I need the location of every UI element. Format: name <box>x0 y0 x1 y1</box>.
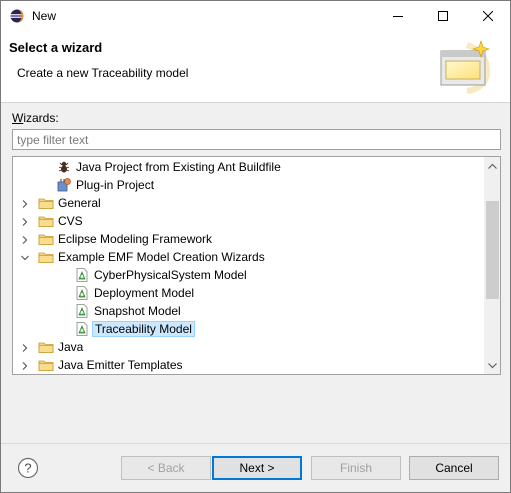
eclipse-icon <box>10 9 24 23</box>
tree-item-label: Deployment Model <box>94 286 195 300</box>
tree-item[interactable]: Eclipse Modeling Framework <box>13 230 483 248</box>
folder-icon <box>38 249 54 265</box>
tree-item-label: Java Emitter Templates <box>58 358 183 372</box>
svg-text:?: ? <box>24 461 31 476</box>
tree-item[interactable]: General <box>13 194 483 212</box>
tree-item-label: Plug-in Project <box>76 178 155 192</box>
tree-item-label: CyberPhysicalSystem Model <box>94 268 247 282</box>
tree-item-label: Eclipse Modeling Framework <box>58 232 213 246</box>
tree-item[interactable]: CVS <box>13 212 483 230</box>
collapsed-chevron-icon[interactable] <box>20 198 30 208</box>
wizard-header: Select a wizard Create a new Traceabilit… <box>1 31 510 103</box>
close-icon <box>482 11 493 21</box>
tree-item[interactable]: Snapshot Model <box>13 302 483 320</box>
collapsed-chevron-icon[interactable] <box>20 216 30 226</box>
model-icon <box>74 285 90 301</box>
tree-item[interactable]: Java Emitter Templates <box>13 356 483 374</box>
minimize-icon <box>392 16 403 17</box>
scroll-down-button[interactable] <box>484 357 500 374</box>
model-icon <box>74 303 90 319</box>
folder-icon <box>38 357 54 373</box>
vertical-scrollbar[interactable] <box>484 157 500 374</box>
tree-item-label: Example EMF Model Creation Wizards <box>58 250 265 264</box>
filter-input[interactable] <box>12 129 501 150</box>
chevron-down-icon <box>488 362 497 368</box>
wizards-label: Wizards: <box>12 111 59 125</box>
page-title: Select a wizard <box>9 40 103 55</box>
wizards-label-text: izards: <box>23 111 59 125</box>
collapsed-chevron-icon[interactable] <box>20 360 30 370</box>
maximize-icon <box>437 11 448 21</box>
expanded-chevron-icon[interactable] <box>20 252 30 262</box>
scrollbar-thumb[interactable] <box>486 201 499 299</box>
folder-icon <box>38 213 54 229</box>
tree-item-label: CVS <box>58 214 83 228</box>
page-description: Create a new Traceability model <box>17 66 189 80</box>
tree-item[interactable]: Deployment Model <box>13 284 483 302</box>
finish-button[interactable]: Finish <box>311 456 401 480</box>
model-icon <box>74 321 90 337</box>
tree-item-label: Java <box>58 340 84 354</box>
title-bar[interactable]: New <box>1 1 510 31</box>
scroll-up-button[interactable] <box>484 157 500 174</box>
tree-item[interactable]: CyberPhysicalSystem Model <box>13 266 483 284</box>
folder-icon <box>38 231 54 247</box>
tree-item-label: Snapshot Model <box>94 304 181 318</box>
new-wizard-dialog: New Select a wizard Create a new Traceab… <box>0 0 511 493</box>
tree-item-label: General <box>58 196 101 210</box>
wizard-tree[interactable]: Java Project from Existing Ant Buildfile… <box>12 156 501 375</box>
minimize-button[interactable] <box>375 1 420 31</box>
wizard-banner-icon <box>440 40 491 94</box>
next-button[interactable]: Next > <box>212 456 302 480</box>
cancel-button[interactable]: Cancel <box>409 456 499 480</box>
plugin-project-icon <box>56 177 72 193</box>
help-icon[interactable]: ? <box>17 457 39 479</box>
window-title: New <box>32 9 57 23</box>
collapsed-chevron-icon[interactable] <box>20 342 30 352</box>
tree-item[interactable]: Java <box>13 338 483 356</box>
back-button[interactable]: < Back <box>121 456 211 480</box>
wizards-label-mnemonic: W <box>12 111 24 125</box>
tree-item-label: Traceability Model <box>92 321 195 337</box>
model-icon <box>74 267 90 283</box>
tree-item[interactable]: Java Project from Existing Ant Buildfile <box>13 158 483 176</box>
chevron-up-icon <box>488 163 497 169</box>
folder-icon <box>38 339 54 355</box>
tree-item[interactable]: Example EMF Model Creation Wizards <box>13 248 483 266</box>
folder-icon <box>38 195 54 211</box>
close-button[interactable] <box>465 1 510 31</box>
tree-item[interactable]: Traceability Model <box>13 320 483 338</box>
footer-separator <box>1 443 510 444</box>
maximize-button[interactable] <box>420 1 465 31</box>
tree-item-label: Java Project from Existing Ant Buildfile <box>76 160 281 174</box>
ant-project-icon <box>56 159 72 175</box>
collapsed-chevron-icon[interactable] <box>20 234 30 244</box>
tree-item[interactable]: Plug-in Project <box>13 176 483 194</box>
